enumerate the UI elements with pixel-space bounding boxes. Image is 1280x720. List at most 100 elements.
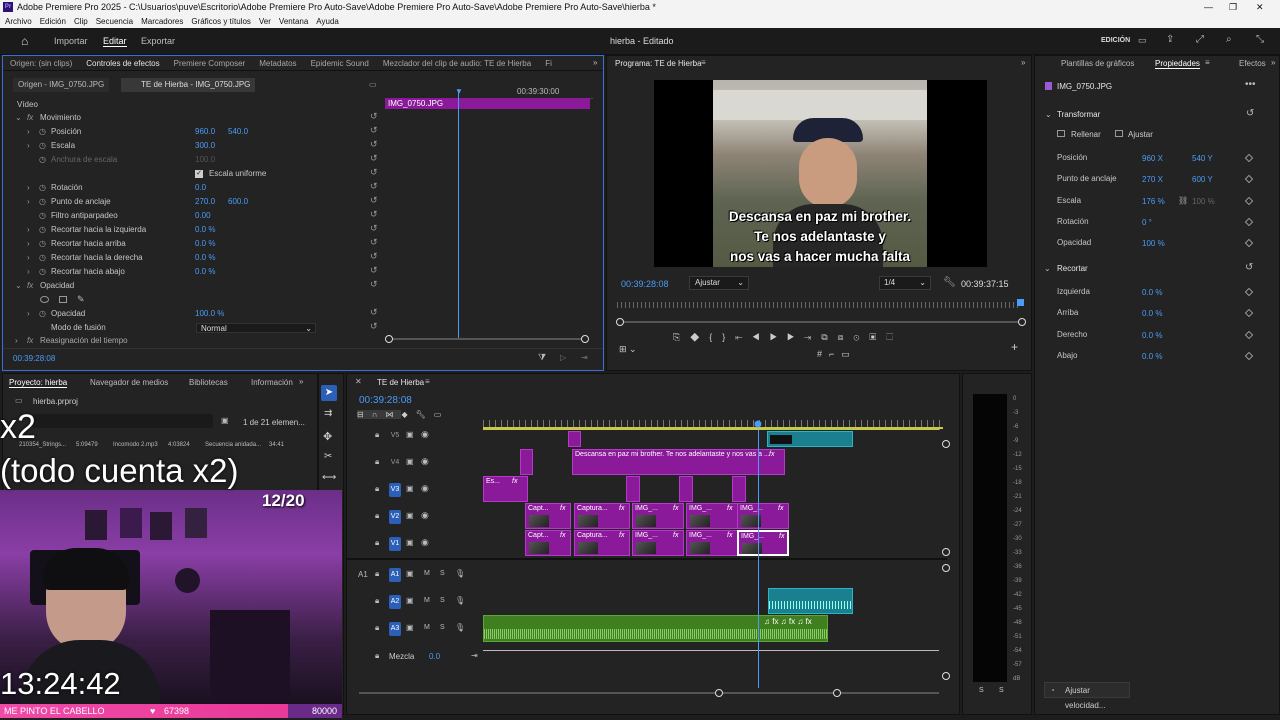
stopwatch-icon[interactable]: ◷ (39, 223, 46, 237)
param-row-10[interactable]: › ◷ Recortar hacia abajo 0.0 % ↺ (3, 265, 603, 279)
param-row-1[interactable]: › ◷ Escala 300.0 ↺ (3, 139, 603, 153)
fullscreen-icon[interactable]: ⤢ (1196, 34, 1204, 45)
nest-icon[interactable]: ⊟ (357, 410, 372, 419)
export-frame-icon[interactable]: ⇥ (581, 353, 588, 362)
v3-clip-1[interactable]: Es... fx (483, 476, 528, 502)
param-row-9[interactable]: › ◷ Recortar hacia la derecha 0.0 % ↺ (3, 251, 603, 265)
reset-opacity-icon[interactable]: ↺ (370, 279, 380, 289)
track-select-tool-icon[interactable]: ⇉ (324, 408, 332, 419)
v5-clip-1[interactable] (568, 431, 581, 447)
reset-motion-icon[interactable]: ↺ (370, 111, 380, 121)
home-icon[interactable]: ⌂ (21, 34, 28, 48)
transform-chevron-icon[interactable]: ⌄ (1045, 110, 1052, 119)
tab-media-browser[interactable]: Navegador de medios (90, 378, 168, 387)
project-more-icon[interactable]: » (299, 377, 303, 386)
ec-clip-bar[interactable]: IMG_0750.JPG (385, 98, 590, 109)
properties-options-icon[interactable]: ••• (1245, 79, 1256, 90)
stopwatch-icon[interactable]: ◷ (39, 153, 46, 167)
v2-clip-3[interactable]: IMG_... fx (686, 503, 738, 529)
track-sync-icon[interactable]: ▣ (406, 538, 414, 547)
track-eye-icon[interactable]: ◉ (421, 429, 429, 440)
crop-value-2[interactable]: 0.0 % (1142, 331, 1162, 340)
v2-clip-1[interactable]: Captura... fx (574, 503, 630, 529)
reset-param-icon[interactable]: ↺ (370, 251, 380, 261)
param-row-5[interactable]: › ◷ Punto de anclaje 270.0 600.0 ↺ (3, 195, 603, 209)
track-solo-button[interactable]: S (440, 597, 445, 604)
param-row-3[interactable]: ✓ Escala uniforme ↺ (3, 167, 603, 181)
opacity-row[interactable]: › ◷ Opacidad 100.0 % ↺ (3, 307, 603, 321)
menu-item-3[interactable]: Secuencia (96, 17, 133, 26)
v1-clip-3[interactable]: IMG_... fx (686, 530, 738, 556)
program-frame[interactable]: Descansa en paz mi brother. Te nos adela… (654, 80, 987, 267)
track-target-V1[interactable]: V1 (389, 537, 401, 551)
param-value-9[interactable]: 0.0 % (195, 251, 215, 265)
tab-effects[interactable]: Efectos (1239, 59, 1266, 68)
program-zoom-bar[interactable] (621, 321, 1023, 323)
menu-item-0[interactable]: Archivo (5, 17, 32, 26)
track-lock-icon[interactable]: 🔒︎ (375, 457, 379, 467)
timeline-timecode[interactable]: 00:39:28:08 (359, 395, 412, 406)
prop-value-a-2[interactable]: 176 % (1142, 197, 1165, 206)
track-sync-icon[interactable]: ▣ (406, 430, 414, 439)
v-scroll-bottom[interactable] (942, 548, 950, 556)
selection-tool-icon[interactable]: ➤ (321, 385, 337, 401)
wrench-icon[interactable]: 🔧︎ (943, 277, 956, 288)
menu-item-6[interactable]: Ver (259, 17, 271, 26)
track-target-V5[interactable]: V5 (389, 429, 401, 443)
v1-clip-0[interactable]: Capt... fx (525, 530, 571, 556)
go-out-icon[interactable]: ⇥ (804, 332, 821, 342)
opacity-section-row[interactable]: ⌄ fx Opacidad ↺ (3, 279, 603, 293)
v4-clip-1[interactable] (520, 449, 533, 475)
overwrite-icon[interactable]: ⧈ (838, 332, 854, 342)
reset-param-icon[interactable]: ↺ (370, 237, 380, 247)
mix-lock-icon[interactable]: 🔒︎ (375, 651, 379, 661)
properties-more-icon[interactable]: » (1271, 58, 1275, 67)
track-lock-icon[interactable]: 🔒︎ (375, 484, 379, 494)
ec-zoom-handle-right[interactable] (581, 335, 589, 343)
track-target-V2[interactable]: V2 (389, 510, 401, 524)
crop-value-1[interactable]: 0.0 % (1142, 309, 1162, 318)
panel-layout-icon[interactable]: ▭ (1138, 35, 1147, 46)
track-lock-icon[interactable]: 🔒︎ (375, 623, 379, 633)
step-back-icon[interactable]: ◀ (752, 332, 769, 342)
tab-exportar[interactable]: Exportar (141, 36, 175, 46)
menu-item-7[interactable]: Ventana (279, 17, 308, 26)
param-row-7[interactable]: › ◷ Recortar hacia la izquierda 0.0 % ↺ (3, 223, 603, 237)
ec-playhead-marker[interactable]: ▼ (455, 87, 463, 96)
reset-param-icon[interactable]: ↺ (370, 265, 380, 275)
ec-tab-2[interactable]: Premiere Composer (174, 56, 246, 70)
meter-solo-left[interactable]: S (979, 687, 984, 694)
ec-timecode[interactable]: 00:39:28:08 (13, 354, 55, 363)
fit-select[interactable]: Ajustar ⌄ (689, 276, 749, 290)
track-mute-button[interactable]: M (424, 597, 430, 604)
timeline-settings-icon[interactable]: 🔧︎ (416, 410, 434, 419)
v3-clip-4[interactable] (732, 476, 746, 502)
time-remap-row[interactable]: › fx Reasignación del tiempo (3, 334, 603, 348)
track-lock-icon[interactable]: 🔒︎ (375, 596, 379, 606)
param-row-0[interactable]: › ◷ Posición 960.0 540.0 ↺ (3, 125, 603, 139)
insert-icon[interactable]: ⧉ (821, 332, 837, 342)
param-expand-icon[interactable]: › (27, 125, 30, 139)
tab-properties[interactable]: Propiedades (1155, 59, 1200, 69)
param-value2-0[interactable]: 540.0 (228, 125, 248, 139)
v2-clip-2[interactable]: IMG_... fx (632, 503, 684, 529)
stopwatch-icon[interactable]: ◷ (39, 209, 46, 223)
reset-param-icon[interactable]: ↺ (370, 195, 380, 205)
program-more-icon[interactable]: » (1021, 58, 1025, 67)
track-eye-icon[interactable]: ◉ (421, 537, 429, 548)
track-eye-icon[interactable]: ◉ (421, 483, 429, 494)
param-expand-icon[interactable]: › (27, 237, 30, 251)
param-row-8[interactable]: › ◷ Recortar hacia arriba 0.0 % ↺ (3, 237, 603, 251)
project-item-3[interactable]: Secuencia anidada... (205, 442, 261, 448)
settings-icon[interactable]: ⊞ ⌄ (619, 344, 637, 355)
expand-icon[interactable]: ⤡ (1256, 34, 1264, 45)
param-value-6[interactable]: 0.00 (195, 209, 211, 223)
track-solo-button[interactable]: S (440, 624, 445, 631)
marker-icon[interactable]: ◆ (690, 332, 709, 342)
step-forward-icon[interactable]: ▶ (787, 332, 804, 342)
reset-param-icon[interactable]: ↺ (370, 181, 380, 191)
track-eye-icon[interactable]: ◉ (421, 456, 429, 467)
track-target-V3[interactable]: V3 (389, 483, 401, 497)
reset-param-icon[interactable]: ↺ (370, 209, 380, 219)
param-expand-icon[interactable]: › (27, 139, 30, 153)
